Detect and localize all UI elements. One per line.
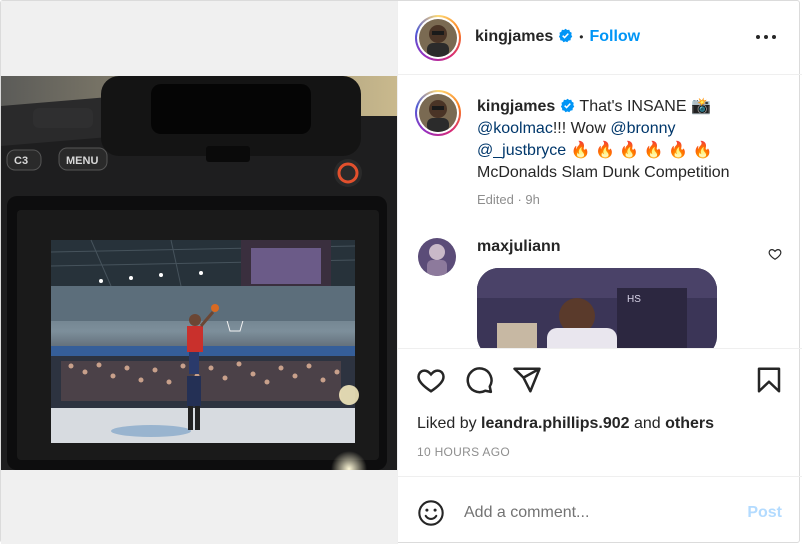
likes-summary[interactable]: Liked by leandra.phillips.902 and others bbox=[417, 415, 714, 433]
emoji-icon[interactable] bbox=[417, 499, 445, 527]
follow-button[interactable]: Follow bbox=[589, 28, 640, 45]
author-username[interactable]: kingjames bbox=[475, 28, 553, 45]
post-photo[interactable]: C3 MENU bbox=[1, 76, 397, 470]
verified-badge-icon bbox=[559, 28, 573, 43]
header-title-row: kingjames • Follow bbox=[475, 28, 640, 46]
verified-badge-icon bbox=[561, 98, 575, 113]
caption-text-1: That's INSANE 📸 bbox=[575, 98, 711, 115]
caption-avatar[interactable] bbox=[419, 94, 457, 132]
liked-by-others[interactable]: others bbox=[665, 415, 714, 432]
comment-like-heart-icon[interactable] bbox=[768, 247, 782, 261]
post-dialog: C3 MENU kingjames • Follow kingjames Tha… bbox=[0, 0, 802, 544]
author-avatar[interactable] bbox=[419, 19, 457, 57]
share-icon[interactable] bbox=[512, 365, 542, 395]
post-comment-button[interactable]: Post bbox=[747, 504, 782, 522]
liked-by-prefix: Liked by bbox=[417, 415, 482, 432]
more-options-icon[interactable] bbox=[754, 29, 778, 45]
post-details-pane: kingjames • Follow kingjames That's INSA… bbox=[397, 1, 802, 544]
c3-button-label: C3 bbox=[14, 155, 28, 167]
svg-text:HS: HS bbox=[627, 294, 641, 305]
comment-icon[interactable] bbox=[464, 365, 494, 395]
add-comment-bar: Post bbox=[398, 476, 802, 544]
comment-gif[interactable]: HS bbox=[477, 268, 717, 348]
separator-dot: • bbox=[579, 30, 584, 44]
bookmark-icon[interactable] bbox=[754, 365, 784, 395]
post-actions: Liked by leandra.phillips.902 and others… bbox=[398, 348, 802, 544]
post-timestamp: 10 HOURS AGO bbox=[417, 445, 510, 459]
post-header: kingjames • Follow bbox=[398, 1, 802, 75]
caption-text-3: McDonalds Slam Dunk Competition bbox=[477, 164, 730, 181]
liked-by-mid: and bbox=[629, 415, 666, 432]
comment-input[interactable] bbox=[464, 499, 734, 527]
commenter-username[interactable]: maxjuliann bbox=[477, 238, 561, 256]
caption-text-2: !!! Wow bbox=[552, 120, 611, 137]
mention-bronny[interactable]: @bronny bbox=[610, 120, 675, 137]
menu-button-label: MENU bbox=[66, 155, 98, 167]
liked-by-user[interactable]: leandra.phillips.902 bbox=[481, 415, 630, 432]
post-caption: kingjames That's INSANE 📸 @koolmac!!! Wo… bbox=[477, 96, 777, 184]
comments-list[interactable]: kingjames That's INSANE 📸 @koolmac!!! Wo… bbox=[398, 76, 802, 348]
mention-koolmac[interactable]: @koolmac bbox=[477, 120, 553, 137]
mention-justbryce[interactable]: @_justbryce bbox=[477, 142, 566, 159]
heart-icon[interactable] bbox=[416, 365, 446, 395]
commenter-avatar[interactable] bbox=[418, 238, 456, 276]
media-pane: C3 MENU bbox=[1, 1, 397, 544]
caption-meta: Edited · 9h bbox=[477, 192, 540, 207]
caption-fire-emojis: 🔥 🔥 🔥 🔥 🔥 🔥 bbox=[566, 142, 713, 159]
camera-photo-illustration: C3 MENU bbox=[1, 76, 397, 470]
caption-username[interactable]: kingjames bbox=[477, 98, 555, 115]
